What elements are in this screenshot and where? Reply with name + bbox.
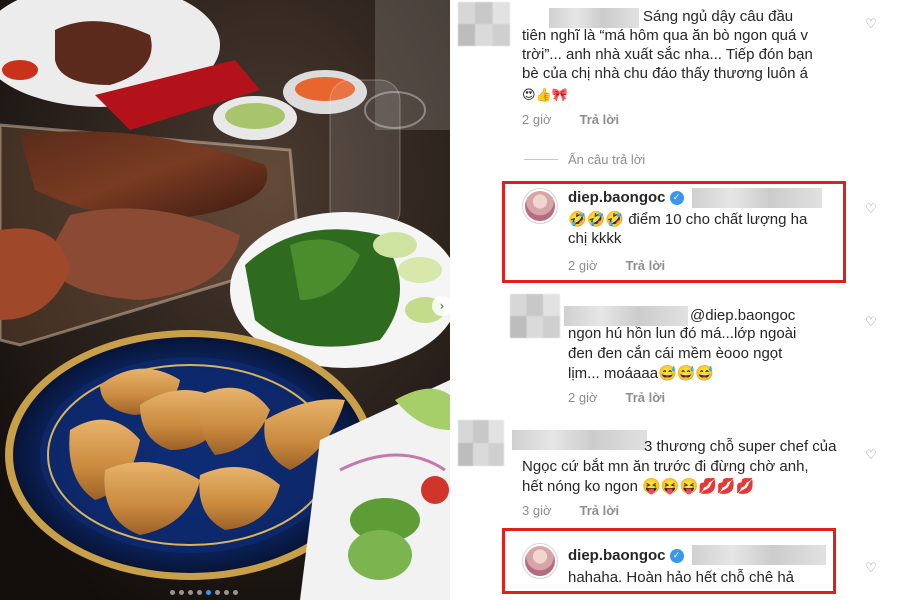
- carousel-dot[interactable]: [188, 590, 193, 595]
- mention-blurred: [692, 545, 826, 565]
- comment-text-line: chị kkkk: [568, 230, 622, 247]
- carousel-dot[interactable]: [233, 590, 238, 595]
- heart-icon[interactable]: ♡: [864, 203, 878, 217]
- carousel-next-button[interactable]: ›: [432, 296, 450, 316]
- chevron-right-icon: ›: [439, 299, 445, 313]
- username-blurred[interactable]: [512, 430, 647, 450]
- username-text[interactable]: diep.baongoc: [568, 189, 666, 206]
- mention-blurred: [692, 188, 822, 208]
- comment-time: 2 giờ: [568, 390, 598, 405]
- comment-text-line: Ngọc cứ bắt mn ăn trước đi đừng chờ anh,: [522, 458, 809, 475]
- comment-meta: 3 giờ Trả lời: [522, 503, 619, 518]
- carousel-dot[interactable]: [197, 590, 202, 595]
- comment-username[interactable]: diep.baongoc ✓: [568, 189, 684, 206]
- comment-text-line: đen đen cắn cái mềm èooo ngọt: [568, 345, 783, 362]
- avatar[interactable]: [522, 188, 558, 224]
- comment-text-line: hết nóng ko ngon 😝😝😝💋💋💋: [522, 478, 755, 495]
- carousel-dot[interactable]: [179, 590, 184, 595]
- hide-replies-toggle[interactable]: Ẩn câu trả lời: [524, 152, 645, 167]
- carousel-dot[interactable]: [224, 590, 229, 595]
- comment-text-line: hahaha. Hoàn hảo hết chỗ chê hả: [568, 569, 795, 586]
- comment-meta: 2 giờ Trả lời: [568, 390, 665, 405]
- avatar-blurred[interactable]: [510, 294, 560, 338]
- comment-text-line: tiên nghĩ là “má hôm qua ăn bò ngon quá …: [522, 27, 809, 44]
- comment-thread: Sáng ngủ dậy câu đầu tiên nghĩ là “má hô…: [454, 0, 900, 600]
- comment-username[interactable]: diep.baongoc ✓: [568, 547, 684, 564]
- reply-button[interactable]: Trả lời: [580, 503, 620, 518]
- comment-text-line: Sáng ngủ dậy câu đầu: [643, 8, 794, 25]
- food-photo-illustration: [0, 0, 450, 600]
- comment-text-line: trời”... anh nhà xuất sắc nha... Tiếp đó…: [522, 46, 813, 63]
- heart-icon[interactable]: ♡: [864, 562, 878, 576]
- hide-replies-label: Ẩn câu trả lời: [568, 152, 646, 167]
- carousel-dot[interactable]: [206, 590, 211, 595]
- comment-text-line: 3 thương chỗ super chef của: [644, 438, 837, 455]
- carousel-dot[interactable]: [170, 590, 175, 595]
- comment-text-line: ngon hú hồn lun đó má...lớp ngoài: [568, 325, 797, 342]
- carousel-dots: [170, 590, 238, 595]
- comment-time: 2 giờ: [568, 258, 598, 273]
- comment-meta: 2 giờ Trả lời: [522, 112, 619, 127]
- food-photo: ›: [0, 0, 450, 600]
- carousel-dot[interactable]: [215, 590, 220, 595]
- comment-meta: 2 giờ Trả lời: [568, 258, 665, 273]
- username-blurred[interactable]: [564, 306, 688, 326]
- comment-text-line: lịm... moáaaa😅😅😅: [568, 365, 715, 382]
- avatar[interactable]: [522, 543, 558, 579]
- comment-text-line: bè của chị nhà chu đáo thấy thương luôn …: [522, 65, 808, 82]
- verified-badge-icon: ✓: [669, 190, 684, 205]
- mention-link[interactable]: @diep.baongoc: [690, 306, 795, 325]
- username-blurred[interactable]: [549, 8, 639, 28]
- avatar-blurred[interactable]: [458, 2, 510, 46]
- verified-badge-icon: ✓: [669, 548, 684, 563]
- heart-icon[interactable]: ♡: [864, 18, 878, 32]
- heart-icon[interactable]: ♡: [864, 449, 878, 463]
- divider-line: [524, 159, 558, 160]
- comment-time: 2 giờ: [522, 112, 552, 127]
- comment-emoji-line: 😍👍🎀: [522, 88, 568, 103]
- reply-button[interactable]: Trả lời: [580, 112, 620, 127]
- avatar-blurred[interactable]: [458, 420, 504, 466]
- reply-button[interactable]: Trả lời: [626, 390, 666, 405]
- comment-text-line: 🤣🤣🤣 điểm 10 cho chất lượng ha: [568, 211, 808, 228]
- reply-button[interactable]: Trả lời: [626, 258, 666, 273]
- comment-time: 3 giờ: [522, 503, 552, 518]
- username-text[interactable]: diep.baongoc: [568, 547, 666, 564]
- heart-icon[interactable]: ♡: [864, 316, 878, 330]
